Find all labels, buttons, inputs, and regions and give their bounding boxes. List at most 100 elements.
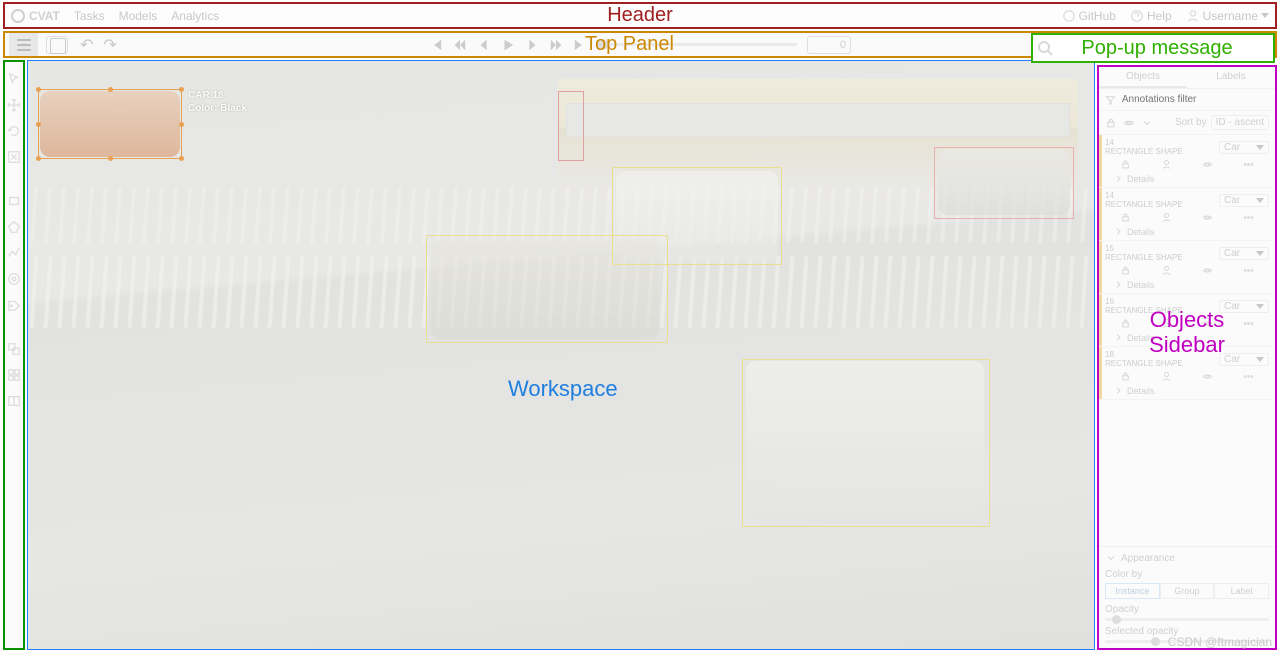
hidden-icon[interactable]	[1202, 371, 1213, 382]
occluded-icon[interactable]	[1161, 159, 1172, 170]
step-back-icon[interactable]	[477, 38, 491, 52]
bbox-car-4[interactable]	[934, 147, 1074, 219]
move-icon[interactable]	[7, 98, 21, 112]
object-label-select[interactable]: Car	[1219, 247, 1269, 260]
tab-objects[interactable]: Objects	[1099, 67, 1187, 88]
bbox-car-3[interactable]	[426, 235, 668, 343]
object-details-toggle[interactable]: Details	[1105, 385, 1269, 396]
object-item[interactable]: 16RECTANGLE SHAPECarDetails	[1099, 294, 1275, 347]
occluded-icon[interactable]	[1161, 265, 1172, 276]
resize-handle[interactable]	[36, 156, 41, 161]
filter-input[interactable]	[1120, 93, 1269, 106]
play-icon[interactable]	[501, 38, 515, 52]
object-details-toggle[interactable]: Details	[1105, 226, 1269, 237]
frame-slider[interactable]	[597, 43, 797, 46]
resize-handle[interactable]	[179, 87, 184, 92]
user-menu[interactable]: Username	[1186, 9, 1269, 23]
object-details-toggle[interactable]: Details	[1105, 173, 1269, 184]
more-icon[interactable]	[1243, 159, 1254, 170]
nav-models[interactable]: Models	[119, 9, 158, 23]
lock-icon[interactable]	[1120, 265, 1131, 276]
opacity-handle[interactable]	[1112, 615, 1121, 624]
nav-tasks[interactable]: Tasks	[74, 9, 105, 23]
polygon-tool-icon[interactable]	[7, 220, 21, 234]
search-icon[interactable]	[1037, 40, 1053, 56]
hidden-icon[interactable]	[1202, 212, 1213, 223]
logo[interactable]: CVAT	[11, 9, 60, 23]
colorby-group[interactable]: Group	[1160, 583, 1215, 599]
resize-handle[interactable]	[179, 156, 184, 161]
more-icon[interactable]	[1243, 212, 1254, 223]
lock-all-icon[interactable]	[1105, 117, 1117, 129]
undo-button[interactable]: ↶	[80, 35, 93, 55]
occluded-icon[interactable]	[1161, 371, 1172, 382]
nav-analytics[interactable]: Analytics	[171, 9, 219, 23]
step-back-many-icon[interactable]	[453, 38, 467, 52]
lock-icon[interactable]	[1120, 318, 1131, 329]
github-link[interactable]: GitHub	[1062, 9, 1116, 23]
object-item[interactable]: 14RECTANGLE SHAPECarDetails	[1099, 135, 1275, 188]
tab-labels[interactable]: Labels	[1187, 67, 1275, 88]
object-label-select[interactable]: Car	[1219, 141, 1269, 154]
object-label-select[interactable]: Car	[1219, 300, 1269, 313]
tag-tool-icon[interactable]	[7, 298, 21, 312]
fit-icon[interactable]	[7, 150, 21, 164]
object-id: 14	[1105, 191, 1183, 200]
lock-icon[interactable]	[1120, 212, 1131, 223]
hide-all-icon[interactable]	[1123, 117, 1135, 129]
image-canvas[interactable]: CAR 18 Color: Black	[28, 61, 1094, 649]
resize-handle[interactable]	[108, 156, 113, 161]
polyline-tool-icon[interactable]	[7, 246, 21, 260]
hidden-icon[interactable]	[1202, 159, 1213, 170]
merge-tool-icon[interactable]	[7, 342, 21, 356]
expand-all-icon[interactable]	[1141, 117, 1153, 129]
workspace[interactable]: CAR 18 Color: Black Workspace	[27, 60, 1095, 650]
more-icon[interactable]	[1243, 371, 1254, 382]
frame-number-input[interactable]: 0	[807, 36, 851, 54]
colorby-instance[interactable]: Instance	[1105, 583, 1160, 599]
rotate-icon[interactable]	[7, 124, 21, 138]
object-item[interactable]: 14RECTANGLE SHAPECarDetails	[1099, 188, 1275, 241]
resize-handle[interactable]	[36, 122, 41, 127]
lock-icon[interactable]	[1120, 371, 1131, 382]
object-details-toggle[interactable]: Details	[1105, 279, 1269, 290]
step-fwd-icon[interactable]	[525, 38, 539, 52]
rectangle-tool-icon[interactable]	[7, 194, 21, 208]
occluded-icon[interactable]	[1161, 318, 1172, 329]
bbox-car-5[interactable]	[742, 359, 990, 527]
opacity-slider[interactable]	[1105, 618, 1269, 621]
objects-filter[interactable]	[1099, 89, 1275, 111]
menu-button[interactable]	[9, 33, 38, 56]
split-tool-icon[interactable]	[7, 394, 21, 408]
save-button[interactable]	[46, 36, 68, 54]
more-icon[interactable]	[1243, 265, 1254, 276]
object-label-select[interactable]: Car	[1219, 353, 1269, 366]
bbox-selected[interactable]	[38, 89, 182, 159]
more-icon[interactable]	[1243, 318, 1254, 329]
occluded-icon[interactable]	[1161, 212, 1172, 223]
points-tool-icon[interactable]	[7, 272, 21, 286]
sort-select[interactable]: ID - ascent	[1211, 115, 1269, 130]
appearance-toggle[interactable]: Appearance	[1105, 552, 1269, 564]
resize-handle[interactable]	[179, 122, 184, 127]
last-frame-icon[interactable]	[573, 38, 587, 52]
help-link[interactable]: Help	[1130, 9, 1172, 23]
frame-slider-handle[interactable]	[597, 39, 608, 50]
object-label-select[interactable]: Car	[1219, 194, 1269, 207]
group-tool-icon[interactable]	[7, 368, 21, 382]
step-fwd-many-icon[interactable]	[549, 38, 563, 52]
selected-opacity-handle[interactable]	[1151, 637, 1160, 646]
bbox-person[interactable]	[558, 91, 584, 161]
resize-handle[interactable]	[108, 87, 113, 92]
first-frame-icon[interactable]	[429, 38, 443, 52]
resize-handle[interactable]	[36, 87, 41, 92]
redo-button[interactable]: ↷	[103, 35, 116, 55]
colorby-label-btn[interactable]: Label	[1214, 583, 1269, 599]
object-item[interactable]: 15RECTANGLE SHAPECarDetails	[1099, 241, 1275, 294]
object-item[interactable]: 18RECTANGLE SHAPECarDetails	[1099, 347, 1275, 400]
hidden-icon[interactable]	[1202, 265, 1213, 276]
cursor-icon[interactable]	[7, 72, 21, 86]
lock-icon[interactable]	[1120, 159, 1131, 170]
hidden-icon[interactable]	[1202, 318, 1213, 329]
object-details-toggle[interactable]: Details	[1105, 332, 1269, 343]
